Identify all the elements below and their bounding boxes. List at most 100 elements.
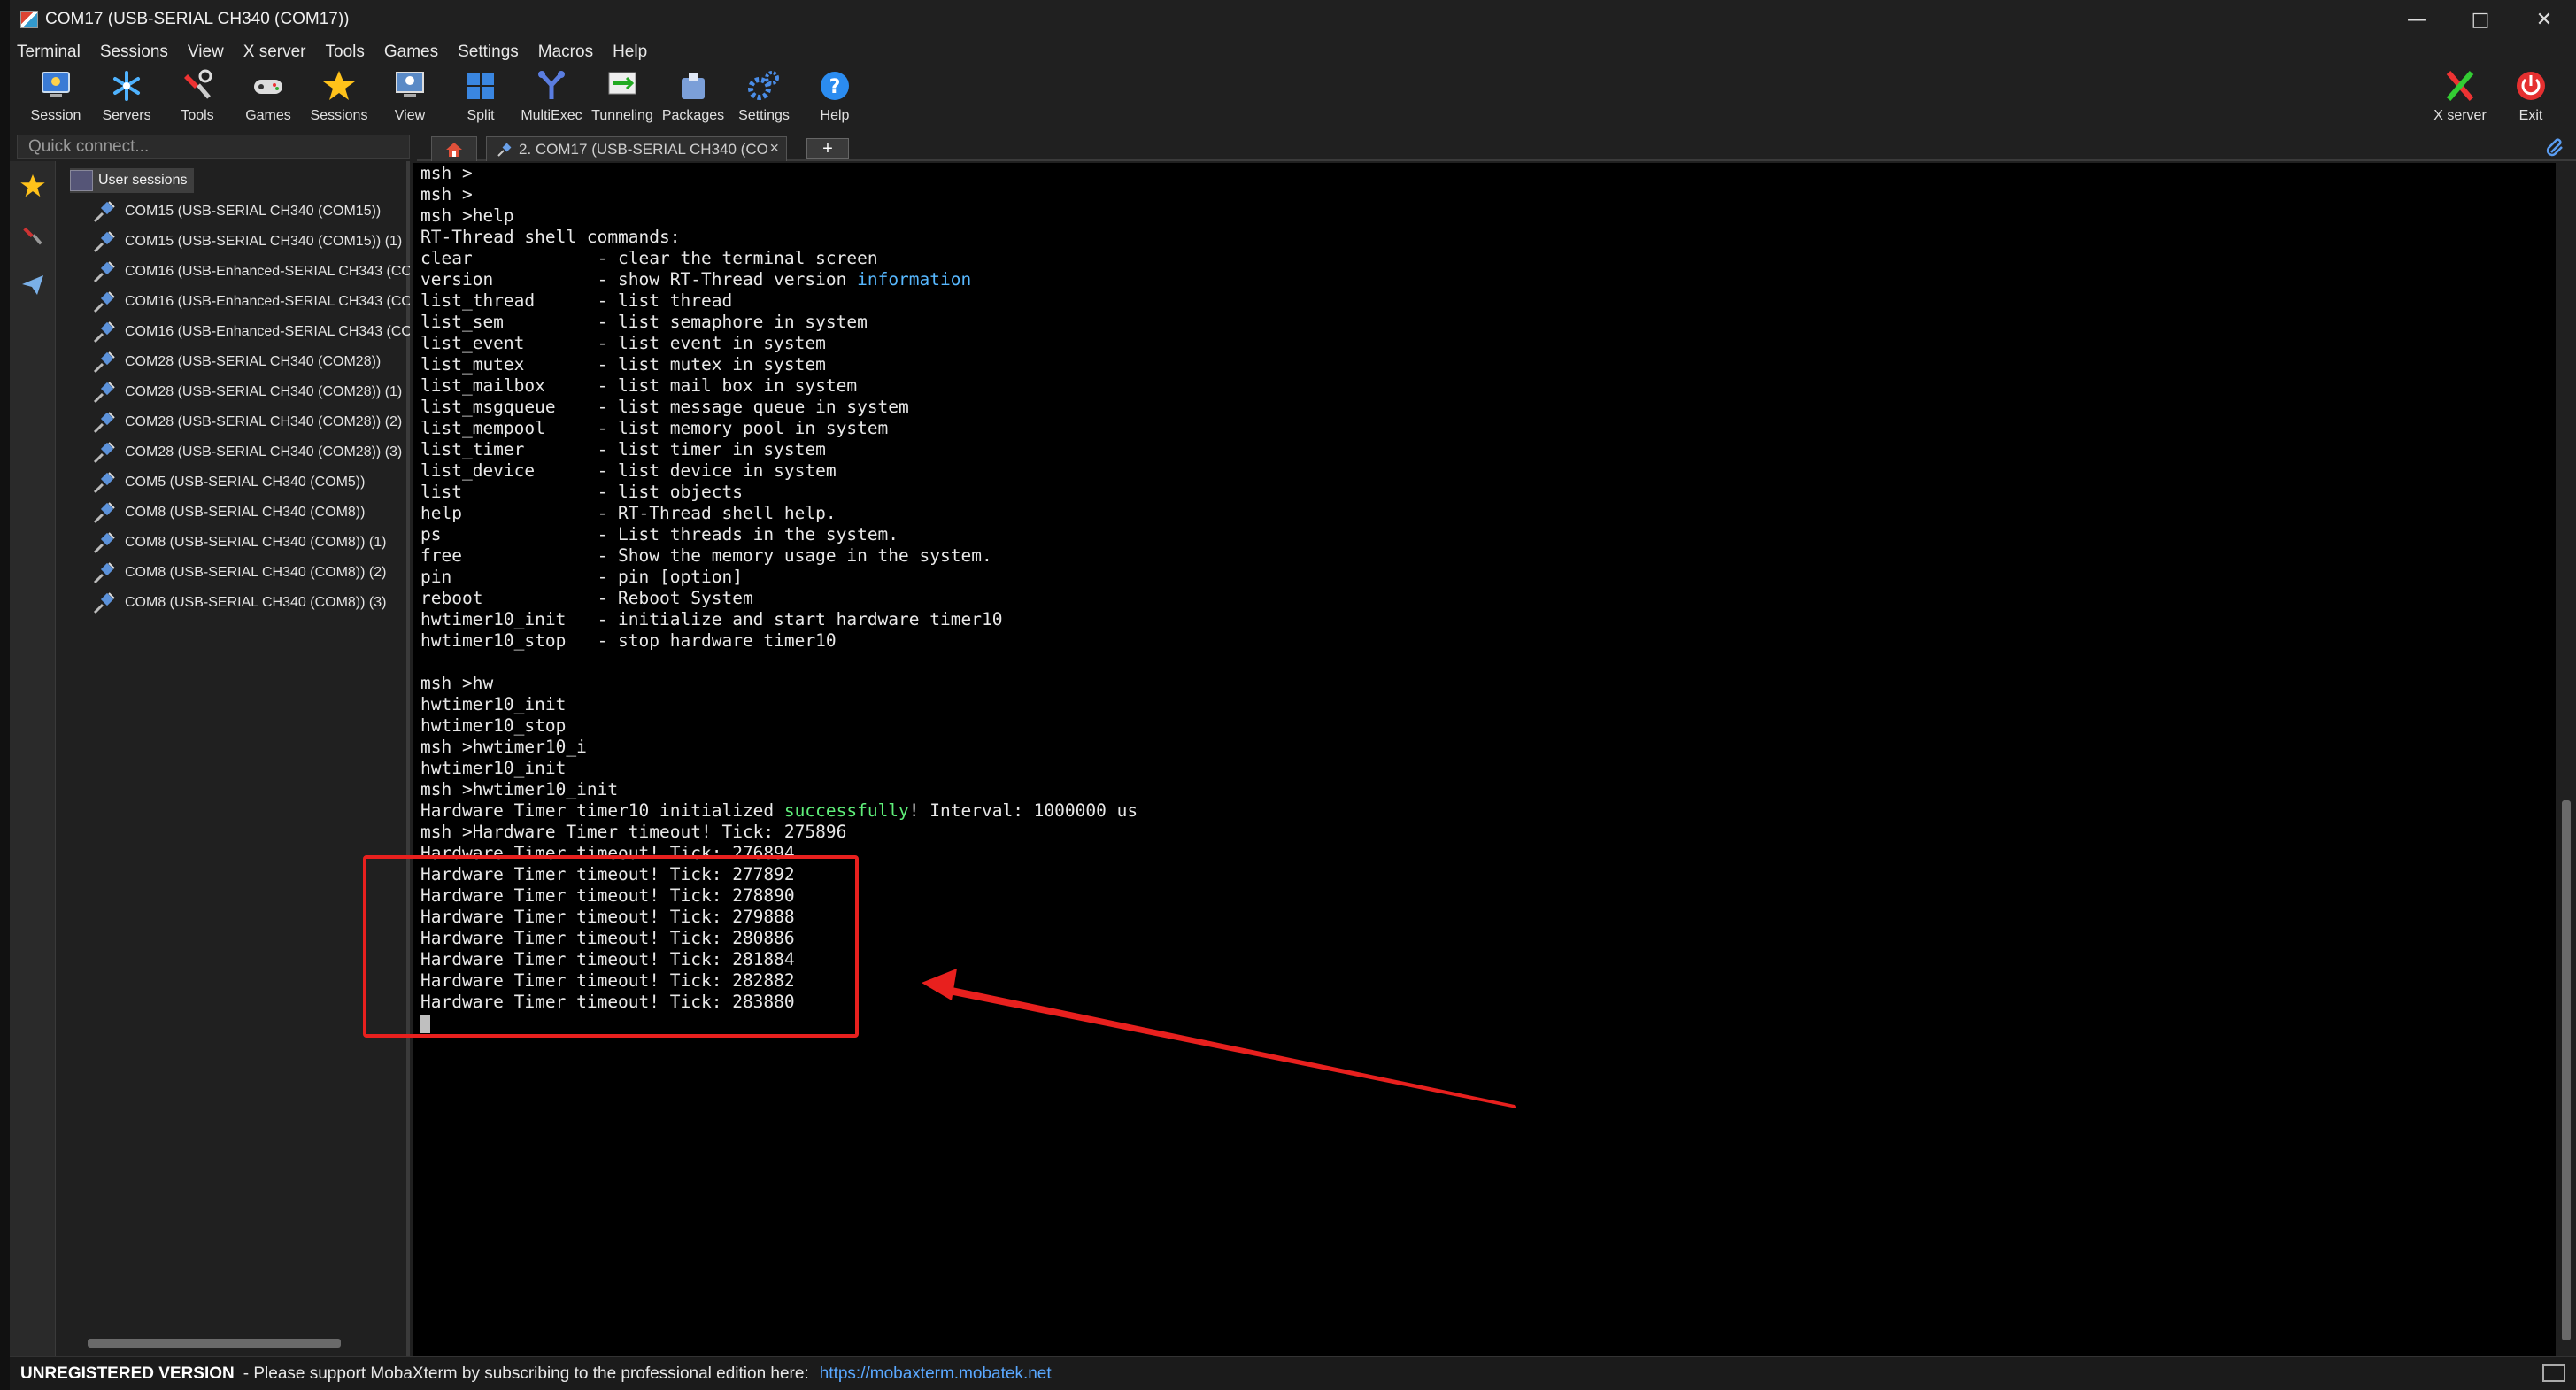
settings-button[interactable]: Settings — [729, 67, 799, 138]
terminal-line: ps - List threads in the system. — [420, 524, 899, 544]
servers-button[interactable]: Servers — [91, 67, 162, 138]
menu-view[interactable]: View — [188, 42, 224, 62]
menu-settings[interactable]: Settings — [458, 42, 519, 62]
serial-plug-icon — [93, 321, 115, 344]
title-bar: COM17 (USB-SERIAL CH340 (COM17)) — □ ✕ — [10, 0, 2576, 39]
session-item[interactable]: COM5 (USB-SERIAL CH340 (COM5)) — [91, 467, 410, 498]
session-item[interactable]: COM28 (USB-SERIAL CH340 (COM28)) (2) — [91, 407, 410, 437]
terminal-line: msh > — [420, 184, 473, 205]
session-item-label: COM16 (USB-Enhanced-SERIAL CH343 (CO — [125, 264, 410, 279]
quick-connect-input[interactable]: Quick connect... — [17, 135, 410, 159]
sessions-panel: User sessions COM15 (USB-SERIAL CH340 (C… — [56, 161, 410, 1356]
serial-plug-icon — [93, 442, 115, 464]
session-item[interactable]: COM16 (USB-Enhanced-SERIAL CH343 (CO — [91, 287, 410, 317]
close-button[interactable]: ✕ — [2512, 0, 2576, 39]
menu-games[interactable]: Games — [384, 42, 438, 62]
sidebar-tools-tab[interactable] — [10, 211, 56, 260]
multiexec-button[interactable]: MultiExec — [516, 67, 587, 138]
terminal-line: msh > — [420, 163, 473, 183]
sidebar-sessions-tab[interactable] — [10, 161, 56, 211]
exit-button[interactable]: Exit — [2495, 67, 2566, 138]
tab-bar: 2. COM17 (USB-SERIAL CH340 (CO × + — [417, 135, 2576, 161]
terminal-line: hwtimer10_init — [420, 694, 567, 714]
session-item-label: COM28 (USB-SERIAL CH340 (COM28)) — [125, 354, 382, 369]
maximize-button[interactable]: □ — [2449, 0, 2512, 39]
home-tab[interactable] — [431, 136, 477, 161]
mobaxterm-link[interactable]: https://mobaxterm.mobatek.net — [820, 1364, 1052, 1384]
terminal-line: msh >help — [420, 205, 514, 226]
tab-label: 2. COM17 (USB-SERIAL CH340 (CO — [519, 140, 768, 158]
power-icon — [2517, 72, 2545, 100]
serial-plug-icon — [93, 472, 115, 494]
settings-icon — [748, 71, 779, 100]
serial-plug-icon — [93, 382, 115, 404]
desktop-edge — [0, 0, 10, 1390]
session-item-label: COM15 (USB-SERIAL CH340 (COM15)) — [125, 204, 382, 219]
menu-xserver[interactable]: X server — [243, 42, 306, 62]
session-item[interactable]: COM8 (USB-SERIAL CH340 (COM8)) (1) — [91, 528, 410, 558]
help-icon: ? — [821, 72, 849, 100]
session-item[interactable]: COM16 (USB-Enhanced-SERIAL CH343 (CO — [91, 257, 410, 287]
menu-help[interactable]: Help — [613, 42, 647, 62]
help-button[interactable]: ? Help — [799, 67, 870, 138]
highlight-box — [363, 855, 859, 1038]
games-icon — [254, 80, 282, 94]
annotation-arrow — [922, 969, 1516, 1108]
serial-plug-icon — [93, 562, 115, 584]
terminal-line: list_mutex - list mutex in system — [420, 354, 826, 375]
user-sessions-icon — [70, 170, 93, 191]
packages-button[interactable]: Packages — [658, 67, 729, 138]
sessions-button[interactable]: Sessions — [304, 67, 374, 138]
terminal-output[interactable]: msh > msh > msh >help RT-Thread shell comma… — [413, 163, 2556, 1356]
session-item[interactable]: COM8 (USB-SERIAL CH340 (COM8)) (3) — [91, 588, 410, 618]
sessions-horizontal-scrollbar[interactable] — [88, 1339, 341, 1348]
menu-macros[interactable]: Macros — [538, 42, 593, 62]
terminal-line: list_msgqueue - list message queue in sy… — [420, 397, 909, 417]
session-item[interactable]: COM8 (USB-SERIAL CH340 (COM8)) — [91, 498, 410, 528]
star-icon — [20, 174, 45, 197]
serial-plug-icon — [93, 201, 115, 223]
tunneling-button[interactable]: Tunneling — [587, 67, 658, 138]
terminal-line: clear - clear the terminal screen — [420, 248, 878, 268]
session-button[interactable]: Session — [20, 67, 91, 138]
session-item[interactable]: COM15 (USB-SERIAL CH340 (COM15)) — [91, 197, 410, 227]
menu-sessions[interactable]: Sessions — [100, 42, 168, 62]
session-item[interactable]: COM28 (USB-SERIAL CH340 (COM28)) — [91, 347, 410, 377]
sidebar-send-tab[interactable] — [10, 260, 56, 310]
tools-button[interactable]: Tools — [162, 67, 233, 138]
tab-close-button[interactable]: × — [769, 139, 779, 158]
session-item[interactable]: COM28 (USB-SERIAL CH340 (COM28)) (3) — [91, 437, 410, 467]
user-sessions-folder[interactable]: User sessions — [70, 168, 195, 193]
menu-tools[interactable]: Tools — [326, 42, 365, 62]
keyboard-icon[interactable] — [2542, 1364, 2565, 1382]
serial-plug-icon — [93, 412, 115, 434]
session-item[interactable]: COM28 (USB-SERIAL CH340 (COM28)) (1) — [91, 377, 410, 407]
view-icon — [396, 72, 424, 97]
session-item-label: COM28 (USB-SERIAL CH340 (COM28)) (2) — [125, 414, 403, 429]
serial-plug-icon — [93, 532, 115, 554]
terminal-vertical-scrollbar[interactable] — [2557, 163, 2576, 1356]
sessions-star-icon — [323, 71, 355, 100]
view-button[interactable]: View — [374, 67, 445, 138]
serial-plug-icon — [93, 291, 115, 313]
xserver-button[interactable]: X server — [2425, 67, 2495, 138]
toolbar: Session Servers Tools Games Sessions Vie… — [10, 66, 2576, 142]
menu-terminal[interactable]: Terminal — [17, 42, 81, 62]
serial-plug-icon — [497, 143, 512, 157]
terminal-line: hwtimer10_init — [420, 758, 567, 778]
split-button[interactable]: Split — [445, 67, 516, 138]
tab-com17[interactable]: 2. COM17 (USB-SERIAL CH340 (CO × — [486, 136, 787, 161]
xserver-icon — [2446, 71, 2474, 101]
terminal-line: Hardware Timer timer10 initialized succe… — [420, 800, 1138, 821]
scrollbar-thumb[interactable] — [2562, 800, 2571, 1340]
games-button[interactable]: Games — [233, 67, 304, 138]
session-item[interactable]: COM16 (USB-Enhanced-SERIAL CH343 (CO — [91, 317, 410, 347]
status-bar: UNREGISTERED VERSION - Please support Mo… — [10, 1356, 2576, 1390]
session-item[interactable]: COM8 (USB-SERIAL CH340 (COM8)) (2) — [91, 558, 410, 588]
session-item[interactable]: COM15 (USB-SERIAL CH340 (COM15)) (1) — [91, 227, 410, 257]
serial-plug-icon — [93, 592, 115, 614]
paperclip-icon[interactable] — [2544, 136, 2567, 159]
new-tab-button[interactable]: + — [806, 138, 849, 159]
side-strip — [10, 161, 56, 1356]
minimize-button[interactable]: — — [2385, 0, 2449, 39]
